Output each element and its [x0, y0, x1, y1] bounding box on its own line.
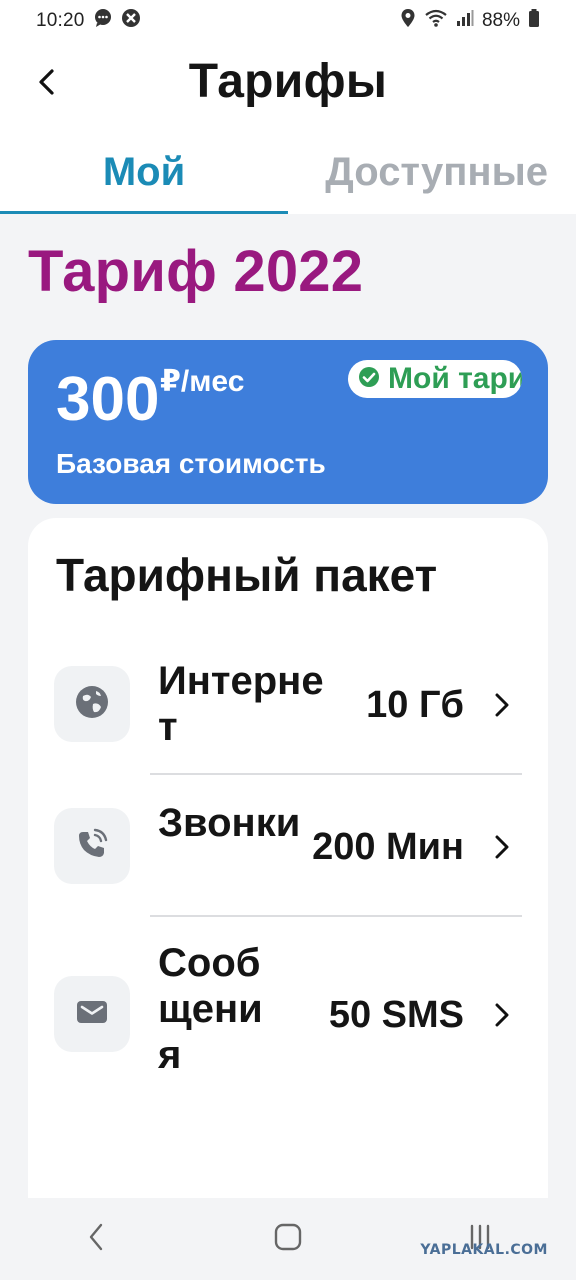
internet-value: 10 Гб [366, 684, 464, 726]
messages-value: 50 SMS [328, 994, 464, 1036]
signal-icon [456, 9, 474, 33]
check-circle-icon [358, 366, 380, 393]
chevron-right-icon [492, 690, 512, 720]
nav-home-button[interactable] [248, 1209, 328, 1269]
nav-home-icon [273, 1222, 303, 1257]
wifi-icon [424, 8, 448, 34]
price-amount: 300 [56, 365, 160, 434]
package-card: Тарифный пакет Интернет 10 Гб Звонки 200… [28, 518, 548, 1218]
my-tariff-badge-label: Мой тариф [388, 362, 522, 395]
messages-icon-box [54, 976, 130, 1052]
status-bar: 10:20 88% [0, 0, 576, 42]
location-icon [400, 8, 416, 34]
price-unit: ₽/мес [160, 365, 245, 398]
close-circle-icon [121, 8, 141, 34]
internet-label: Интернет [158, 659, 324, 749]
tabs: Мой Доступные [0, 142, 576, 214]
package-title: Тарифный пакет [56, 549, 438, 601]
system-nav-bar [0, 1198, 576, 1280]
app-header: Тарифы Мой Доступные [0, 42, 576, 214]
chevron-right-icon [492, 1000, 512, 1030]
tariff-name: Тариф 2022 [28, 239, 364, 304]
messages-label: Сообщения [158, 941, 263, 1077]
price-caption: Базовая стоимость [56, 448, 326, 479]
page-title: Тарифы [188, 55, 388, 108]
globe-icon [74, 684, 110, 725]
tab-my[interactable]: Мой [0, 142, 288, 214]
status-right: 88% [400, 8, 540, 34]
battery-icon [528, 8, 540, 34]
phone-call-icon [74, 826, 110, 867]
package-row-messages[interactable]: Сообщения 50 SMS [28, 938, 548, 1088]
row-divider [150, 915, 522, 917]
status-left: 10:20 [36, 8, 141, 34]
status-time: 10:20 [36, 10, 85, 31]
internet-icon-box [54, 666, 130, 742]
calls-label: Звонки [158, 801, 301, 845]
my-tariff-badge: Мой тариф [348, 360, 522, 398]
package-row-calls[interactable]: Звонки 200 Мин [28, 790, 548, 910]
package-row-internet[interactable]: Интернет 10 Гб [28, 648, 548, 768]
chevron-right-icon [492, 832, 512, 862]
envelope-icon [74, 994, 110, 1035]
watermark: YAPLAKAL.COM [420, 1242, 548, 1258]
nav-back-button[interactable] [56, 1209, 136, 1269]
calls-icon-box [54, 808, 130, 884]
nav-recents-button[interactable] [440, 1209, 520, 1269]
calls-value: 200 Мин [312, 826, 464, 868]
nav-back-icon [87, 1222, 105, 1257]
tab-available[interactable]: Доступные [288, 142, 576, 214]
chat-bubble-icon [93, 8, 113, 34]
row-divider [150, 773, 522, 775]
battery-text: 88% [481, 10, 520, 31]
price-card: 300 ₽/мес Базовая стоимость Мой тариф [28, 340, 548, 504]
